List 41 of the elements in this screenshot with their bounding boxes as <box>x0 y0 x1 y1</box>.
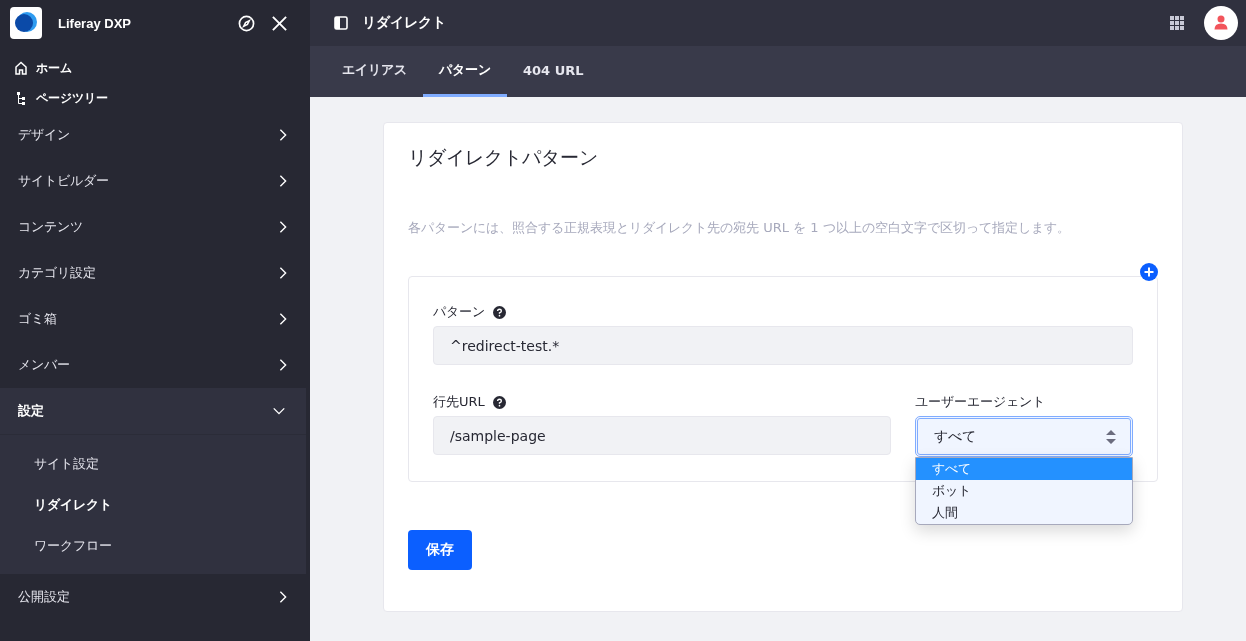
sidebar-toggle-icon[interactable] <box>334 16 348 30</box>
tree-icon <box>14 91 28 105</box>
logo-icon <box>10 7 42 39</box>
card-title: リダイレクトパターン <box>408 145 599 170</box>
quick-link[interactable]: ページツリー <box>14 88 310 108</box>
dropdown-option[interactable]: ボット <box>916 480 1132 502</box>
brand-name: Liferay DXP <box>58 15 132 31</box>
avatar-icon[interactable] <box>1204 6 1238 40</box>
destination-url-input[interactable]: /sample-page <box>433 416 891 455</box>
pattern-input[interactable]: ^redirect-test.* <box>433 326 1133 365</box>
sidebar-section[interactable]: メンバー <box>0 342 310 388</box>
sidebar-section[interactable]: 公開設定 <box>0 574 310 620</box>
quick-link[interactable]: ホーム <box>14 58 310 78</box>
nav-tab[interactable]: パターン <box>423 46 507 97</box>
apps-grid-icon[interactable] <box>1170 16 1184 30</box>
sidebar-section[interactable]: ゴミ箱 <box>0 296 310 342</box>
sidebar-section[interactable]: デザイン <box>0 112 310 158</box>
home-icon <box>14 61 28 75</box>
sort-caret-icon <box>1106 429 1116 444</box>
nav-tab[interactable]: エイリアス <box>326 46 423 97</box>
save-button[interactable]: 保存 <box>408 530 472 570</box>
sidebar-item[interactable]: ワークフロー <box>0 525 306 566</box>
nav-tab[interactable]: 404 URL <box>507 46 600 97</box>
sidebar-section[interactable]: カテゴリ設定 <box>0 250 310 296</box>
sidebar-item[interactable]: リダイレクト <box>0 484 306 525</box>
dropdown-option[interactable]: 人間 <box>916 502 1132 524</box>
description-text: 各パターンには、照合する正規表現とリダイレクト先の宛先 URL を 1 つ以上の空白文字で区切って指定します。 <box>408 219 1071 237</box>
sidebar-section[interactable]: サイトビルダー <box>0 158 310 204</box>
compass-icon[interactable] <box>238 14 255 32</box>
sidebar-item[interactable]: サイト設定 <box>0 443 306 484</box>
help-icon[interactable] <box>493 305 506 319</box>
field-label: パターン <box>433 303 485 321</box>
field-label: ユーザーエージェント <box>915 393 1045 411</box>
help-icon[interactable] <box>492 395 506 409</box>
sidebar-section[interactable]: コンテンツ <box>0 204 310 250</box>
sidebar-section[interactable]: 設定 <box>0 388 306 434</box>
page-title: リダイレクト <box>362 14 447 32</box>
field-label: 行先URL <box>433 393 485 411</box>
user-agent-select[interactable]: すべて <box>915 416 1133 457</box>
add-icon[interactable] <box>1140 263 1158 281</box>
close-icon[interactable] <box>271 14 288 32</box>
